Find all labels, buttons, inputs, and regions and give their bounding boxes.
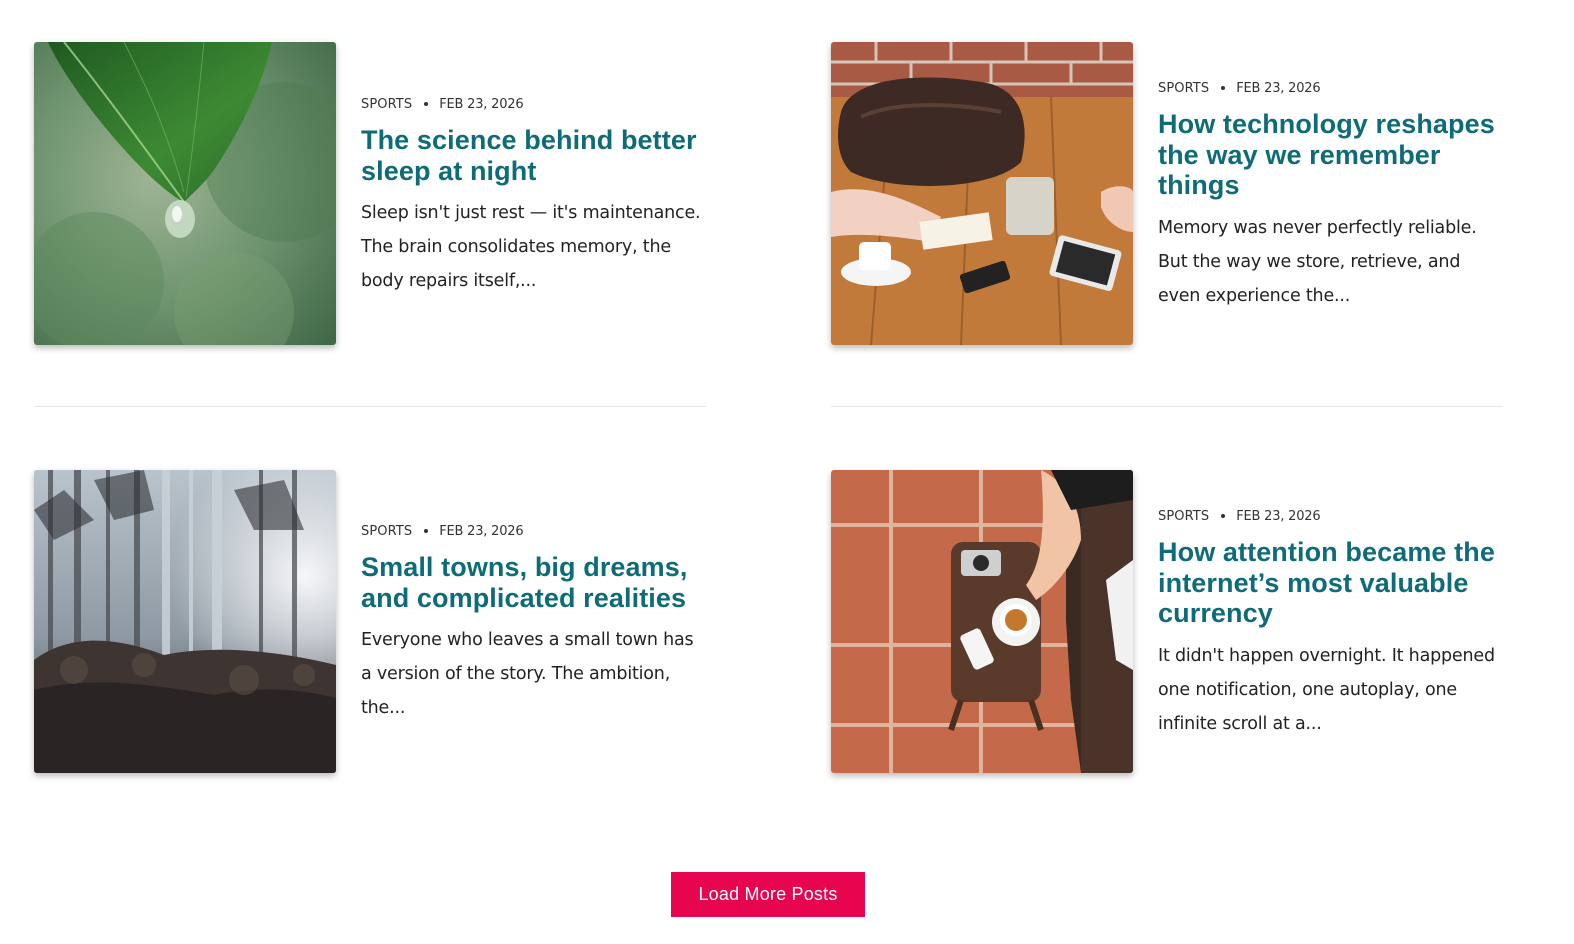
post-image-forest[interactable]	[34, 470, 336, 773]
post-date: FEB 23, 2026	[439, 96, 524, 112]
post-title[interactable]: How technology reshapes the way we remem…	[1158, 109, 1503, 201]
misty-forest-image	[34, 470, 336, 773]
post-content: SPORTS FEB 23, 2026 How technology resha…	[1158, 79, 1503, 313]
post-title[interactable]: The science behind better sleep at night	[361, 125, 706, 186]
post-card: SPORTS FEB 23, 2026 Small towns, big dre…	[34, 470, 706, 773]
row-divider	[34, 406, 706, 407]
post-content: SPORTS FEB 23, 2026 The science behind b…	[361, 95, 706, 298]
post-date: FEB 23, 2026	[1236, 508, 1321, 524]
tea-table-image	[831, 470, 1133, 773]
post-image-tea-table[interactable]	[831, 470, 1133, 773]
post-category[interactable]: SPORTS	[361, 97, 412, 112]
post-title[interactable]: How attention became the internet’s most…	[1158, 537, 1503, 629]
post-category[interactable]: SPORTS	[1158, 81, 1209, 96]
post-meta: SPORTS FEB 23, 2026	[361, 522, 706, 540]
post-excerpt: Memory was never perfectly reliable. But…	[1158, 217, 1477, 306]
post-meta: SPORTS FEB 23, 2026	[361, 95, 706, 113]
post-excerpt: It didn't happen overnight. It happened …	[1158, 645, 1495, 734]
post-title[interactable]: Small towns, big dreams, and complicated…	[361, 552, 706, 613]
meta-separator-dot	[1221, 514, 1226, 518]
post-content: SPORTS FEB 23, 2026 How attention became…	[1158, 507, 1503, 741]
row-divider	[831, 406, 1503, 407]
cafe-table-image	[831, 42, 1133, 345]
post-meta: SPORTS FEB 23, 2026	[1158, 79, 1503, 97]
load-more-posts-button[interactable]: Load More Posts	[671, 872, 865, 917]
post-meta: SPORTS FEB 23, 2026	[1158, 507, 1503, 525]
post-card: SPORTS FEB 23, 2026 How technology resha…	[831, 42, 1503, 345]
post-content: SPORTS FEB 23, 2026 Small towns, big dre…	[361, 522, 706, 725]
meta-separator-dot	[424, 102, 429, 106]
post-card: SPORTS FEB 23, 2026 The science behind b…	[34, 42, 706, 345]
post-date: FEB 23, 2026	[439, 523, 524, 539]
post-excerpt: Sleep isn't just rest — it's maintenance…	[361, 203, 701, 291]
leaf-water-drop-image	[34, 42, 336, 345]
post-date: FEB 23, 2026	[1236, 80, 1321, 96]
post-category[interactable]: SPORTS	[1158, 509, 1209, 524]
post-excerpt: Everyone who leaves a small town has a v…	[361, 630, 694, 718]
post-category[interactable]: SPORTS	[361, 524, 412, 539]
meta-separator-dot	[424, 529, 429, 533]
post-image-cafe-table[interactable]	[831, 42, 1133, 345]
post-image-leaf[interactable]	[34, 42, 336, 345]
meta-separator-dot	[1221, 86, 1226, 90]
post-card: SPORTS FEB 23, 2026 How attention became…	[831, 470, 1503, 773]
